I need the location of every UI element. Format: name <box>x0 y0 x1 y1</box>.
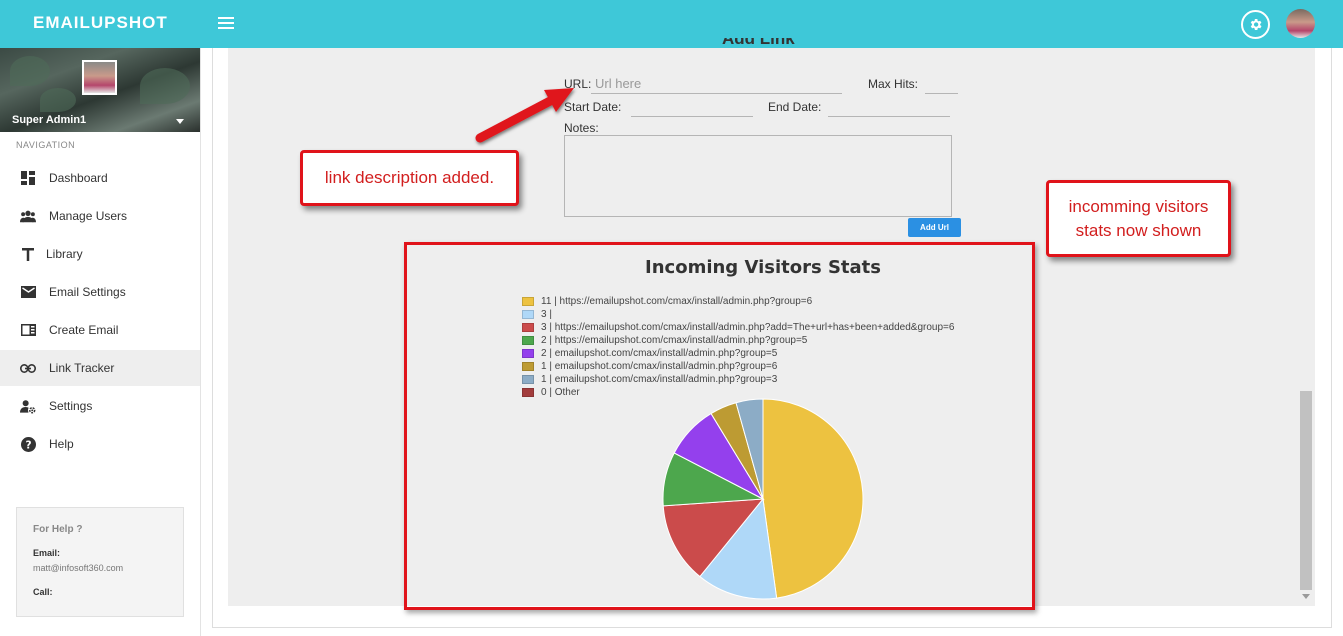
help-box: For Help ? Email: matt@infosoft360.com C… <box>16 507 184 617</box>
add-url-button[interactable]: Add Url <box>908 218 961 237</box>
help-email-label: Email: <box>33 548 61 558</box>
legend-label: 3 | <box>541 309 552 320</box>
sidebar-item-label: Settings <box>49 399 93 413</box>
link-icon <box>20 360 36 376</box>
profile-avatar[interactable] <box>82 60 117 95</box>
text-icon <box>20 246 36 262</box>
legend-item: 1 | emailupshot.com/cmax/install/admin.p… <box>522 360 954 373</box>
sidebar-item-label: Help <box>49 437 74 451</box>
user-avatar[interactable] <box>1286 9 1315 38</box>
legend-swatch <box>522 323 534 332</box>
legend-item: 11 | https://emailupshot.com/cmax/instal… <box>522 295 954 308</box>
sidebar-item-link-tracker[interactable]: Link Tracker <box>0 350 200 386</box>
max-hits-label: Max Hits: <box>868 77 919 91</box>
sidebar-item-label: Create Email <box>49 323 119 337</box>
sidebar-item-manage-users[interactable]: Manage Users <box>0 198 200 234</box>
legend-label: 11 | https://emailupshot.com/cmax/instal… <box>541 296 813 307</box>
visitors-stats-callout: incomming visitors stats now shown <box>1046 180 1231 257</box>
legend-label: 2 | emailupshot.com/cmax/install/admin.p… <box>541 348 778 359</box>
legend-swatch <box>522 375 534 384</box>
legend-label: 3 | https://emailupshot.com/cmax/install… <box>541 322 955 333</box>
settings-button[interactable] <box>1241 10 1270 39</box>
legend-item: 3 | https://emailupshot.com/cmax/install… <box>522 321 954 334</box>
start-date-input[interactable] <box>631 97 753 117</box>
sidebar-item-label: Email Settings <box>49 285 126 299</box>
max-hits-input[interactable] <box>925 74 958 94</box>
annotation-arrow <box>475 88 574 143</box>
legend-swatch <box>522 388 534 397</box>
legend-swatch <box>522 362 534 371</box>
profile-banner: Super Admin1 <box>0 48 200 132</box>
legend-swatch <box>522 336 534 345</box>
top-bar: EMAILUPSHOT <box>0 0 1343 48</box>
legend-label: 1 | emailupshot.com/cmax/install/admin.p… <box>541 361 778 372</box>
help-title: For Help ? <box>33 524 83 535</box>
legend-item: 3 | <box>522 308 954 321</box>
legend-swatch <box>522 310 534 319</box>
link-description-callout: link description added. <box>300 150 519 206</box>
sidebar-item-label: Link Tracker <box>49 361 115 375</box>
callout-line-2: stats now shown <box>1075 220 1202 240</box>
help-email-value[interactable]: matt@infosoft360.com <box>33 563 123 573</box>
sidebar-item-email-settings[interactable]: Email Settings <box>0 274 200 310</box>
legend-item: 2 | emailupshot.com/cmax/install/admin.p… <box>522 347 954 360</box>
pie-chart <box>662 398 864 600</box>
end-date-input[interactable] <box>828 97 950 117</box>
help-call-label: Call: <box>33 587 53 597</box>
chart-legend: 11 | https://emailupshot.com/cmax/instal… <box>522 295 954 399</box>
sidebar-item-library[interactable]: Library <box>0 236 200 272</box>
brand-logo[interactable]: EMAILUPSHOT <box>33 13 168 33</box>
sidebar-item-help[interactable]: ? Help <box>0 426 200 462</box>
svg-text:?: ? <box>25 439 31 451</box>
gear-icon <box>1250 19 1262 30</box>
sidebar-item-settings[interactable]: Settings <box>0 388 200 424</box>
help-icon: ? <box>20 436 36 452</box>
scroll-down-arrow-icon[interactable] <box>1302 594 1310 599</box>
users-icon <box>20 208 36 224</box>
legend-label: 0 | Other <box>541 387 580 398</box>
pie-slice <box>762 398 864 599</box>
sidebar-item-label: Library <box>46 247 83 261</box>
legend-item: 1 | emailupshot.com/cmax/install/admin.p… <box>522 373 954 386</box>
end-date-label: End Date: <box>768 100 822 114</box>
legend-label: 2 | https://emailupshot.com/cmax/install… <box>541 335 808 346</box>
envelope-icon <box>20 284 36 300</box>
url-input[interactable] <box>591 74 842 94</box>
legend-item: 2 | https://emailupshot.com/cmax/install… <box>522 334 954 347</box>
compose-icon <box>20 322 36 338</box>
chart-title: Incoming Visitors Stats <box>645 257 881 278</box>
legend-swatch <box>522 297 534 306</box>
sidebar-item-label: Dashboard <box>49 171 108 185</box>
callout-line-1: incomming visitors <box>1068 196 1209 216</box>
notes-textarea[interactable] <box>564 135 952 217</box>
sidebar-item-create-email[interactable]: Create Email <box>0 312 200 348</box>
dashboard-icon <box>20 170 36 186</box>
sidebar: Super Admin1 NAVIGATION Dashboard Manage… <box>0 48 201 636</box>
legend-label: 1 | emailupshot.com/cmax/install/admin.p… <box>541 374 778 385</box>
chevron-down-icon[interactable] <box>176 119 184 124</box>
profile-name[interactable]: Super Admin1 <box>12 114 86 126</box>
legend-swatch <box>522 349 534 358</box>
sidebar-item-dashboard[interactable]: Dashboard <box>0 160 200 196</box>
user-settings-icon <box>20 398 36 414</box>
hamburger-menu-icon[interactable] <box>218 17 234 29</box>
scrollbar-thumb[interactable] <box>1300 391 1312 590</box>
sidebar-item-label: Manage Users <box>49 209 128 223</box>
nav-heading: NAVIGATION <box>16 140 76 150</box>
